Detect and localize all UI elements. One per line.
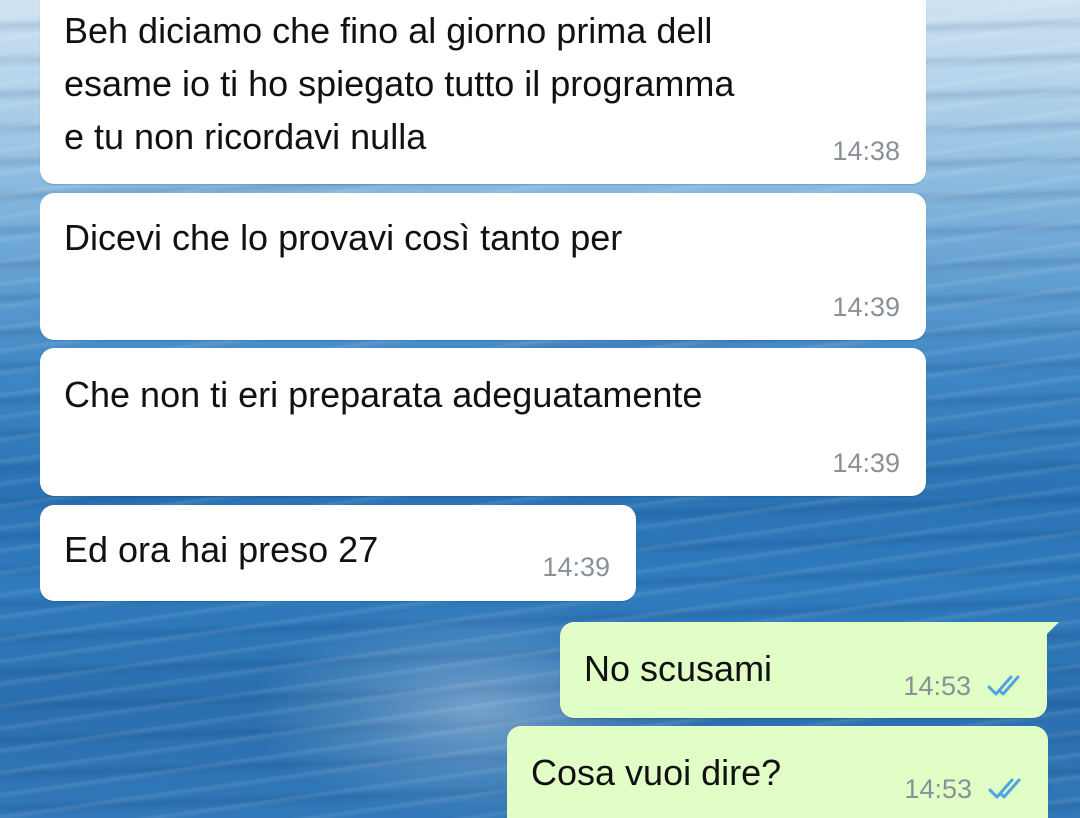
message-bubble-incoming[interactable]: Che non ti eri preparata adeguatamente 1… [40, 348, 926, 496]
double-check-icon [987, 675, 1020, 696]
bubble-tail [1043, 622, 1059, 638]
message-timestamp: 14:39 [832, 292, 900, 322]
message-bubble-incoming[interactable]: Beh diciamo che fino al giorno prima del… [40, 0, 926, 184]
message-timestamp: 14:38 [832, 136, 900, 166]
message-text: Beh diciamo che fino al giorno prima del… [64, 10, 735, 157]
message-text: No scusami [584, 648, 773, 689]
message-text: Dicevi che lo provavi così tanto per [64, 217, 623, 258]
message-text: Ed ora hai preso 27 [64, 529, 379, 570]
message-bubble-incoming[interactable]: Ed ora hai preso 27 14:39 [40, 505, 636, 601]
message-text: Che non ti eri preparata adeguatamente [64, 374, 703, 415]
double-check-icon [988, 778, 1021, 799]
message-timestamp: 14:39 [542, 552, 610, 582]
message-timestamp: 14:39 [832, 448, 900, 478]
message-timestamp: 14:53 [903, 671, 971, 701]
message-text: Cosa vuoi dire? [531, 752, 782, 793]
message-bubble-incoming[interactable]: Dicevi che lo provavi così tanto per 14:… [40, 193, 926, 340]
message-bubble-outgoing[interactable]: No scusami 14:53 [560, 622, 1059, 718]
message-bubble-outgoing[interactable]: Cosa vuoi dire? 14:53 [507, 726, 1048, 818]
message-timestamp: 14:53 [904, 774, 972, 804]
